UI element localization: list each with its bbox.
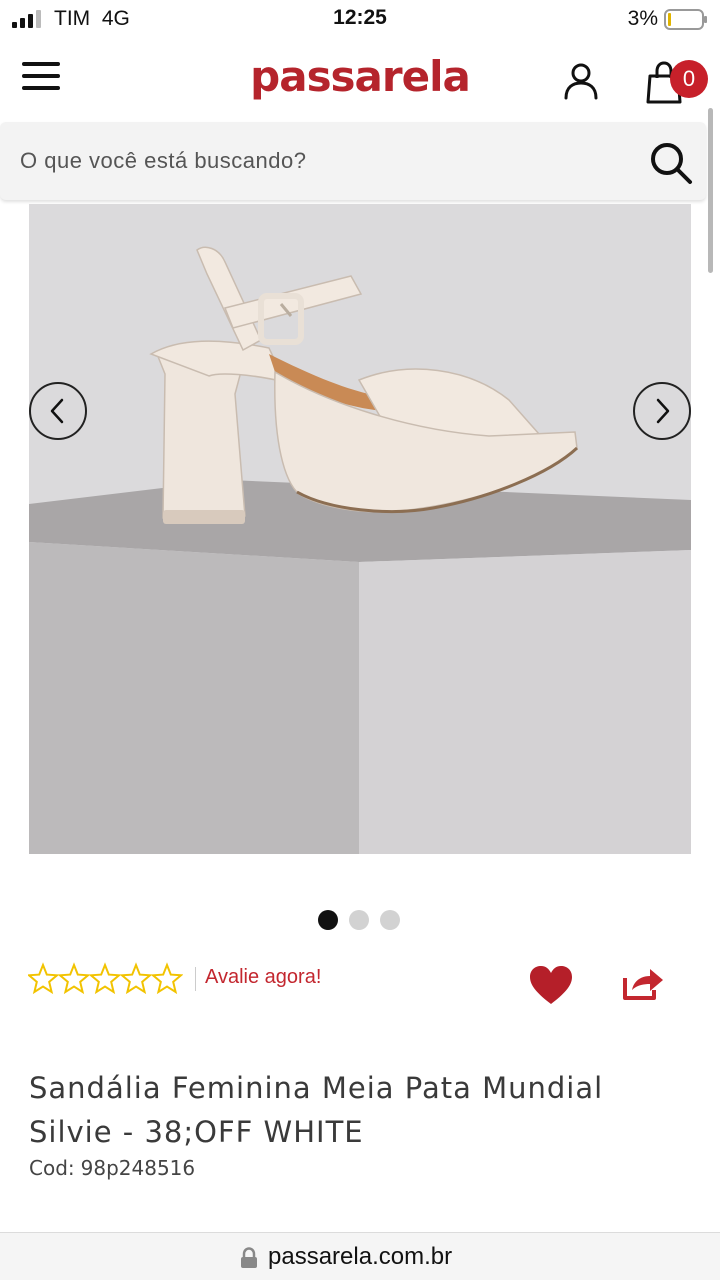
star-rating-icons bbox=[28, 964, 182, 993]
cart-button[interactable]: 0 bbox=[640, 56, 712, 108]
site-header: passarela 0 bbox=[0, 40, 720, 122]
product-code: Cod: 98p248516 bbox=[29, 1156, 195, 1180]
search-input[interactable] bbox=[20, 142, 620, 180]
hamburger-icon bbox=[22, 62, 60, 66]
star-icon bbox=[121, 964, 151, 993]
user-icon bbox=[564, 63, 598, 100]
rating-stars[interactable] bbox=[28, 962, 183, 996]
hamburger-icon-line bbox=[22, 74, 60, 78]
search-bar bbox=[0, 122, 706, 200]
menu-button[interactable] bbox=[22, 62, 62, 96]
clock: 12:25 bbox=[333, 6, 387, 29]
gallery-dots bbox=[318, 910, 408, 930]
gallery-prev-button[interactable] bbox=[29, 382, 87, 440]
product-image[interactable] bbox=[29, 204, 691, 854]
heart-icon bbox=[530, 966, 572, 1004]
star-icon bbox=[59, 964, 89, 993]
sandal-photo bbox=[29, 204, 691, 854]
product-title: Sandália Feminina Meia Pata Mundial Silv… bbox=[29, 1071, 604, 1149]
share-button[interactable] bbox=[620, 964, 666, 1004]
star-icon bbox=[28, 964, 58, 993]
brand-logo[interactable]: passarela bbox=[0, 52, 720, 101]
hamburger-icon-line bbox=[22, 86, 60, 90]
status-bar: TIM 4G 12:25 3% bbox=[0, 0, 720, 40]
review-now-link[interactable]: Avalie agora! bbox=[205, 966, 321, 989]
chevron-left-icon bbox=[50, 398, 64, 424]
gallery-dot-2[interactable] bbox=[349, 910, 369, 930]
lock-icon bbox=[241, 1247, 257, 1268]
chevron-right-icon bbox=[656, 398, 670, 424]
browser-url[interactable]: passarela.com.br bbox=[268, 1243, 452, 1271]
account-button[interactable] bbox=[560, 60, 602, 102]
star-icon bbox=[90, 964, 120, 993]
page-scrollbar[interactable] bbox=[708, 108, 713, 273]
gallery-next-button[interactable] bbox=[633, 382, 691, 440]
search-icon bbox=[651, 143, 692, 184]
gallery-dot-1[interactable] bbox=[318, 910, 338, 930]
battery-icon bbox=[664, 9, 707, 30]
share-icon bbox=[623, 969, 663, 1000]
wishlist-button[interactable] bbox=[528, 964, 574, 1006]
rating-divider bbox=[195, 967, 196, 991]
search-button[interactable] bbox=[648, 140, 694, 186]
battery-percent: 3% bbox=[627, 7, 658, 30]
product-code-value: 98p248516 bbox=[80, 1156, 196, 1180]
cart-count-badge: 0 bbox=[670, 60, 708, 98]
gallery-dot-3[interactable] bbox=[380, 910, 400, 930]
product-code-label: Cod: bbox=[29, 1156, 75, 1180]
browser-url-bar[interactable]: passarela.com.br bbox=[0, 1232, 720, 1280]
star-icon bbox=[152, 964, 182, 993]
